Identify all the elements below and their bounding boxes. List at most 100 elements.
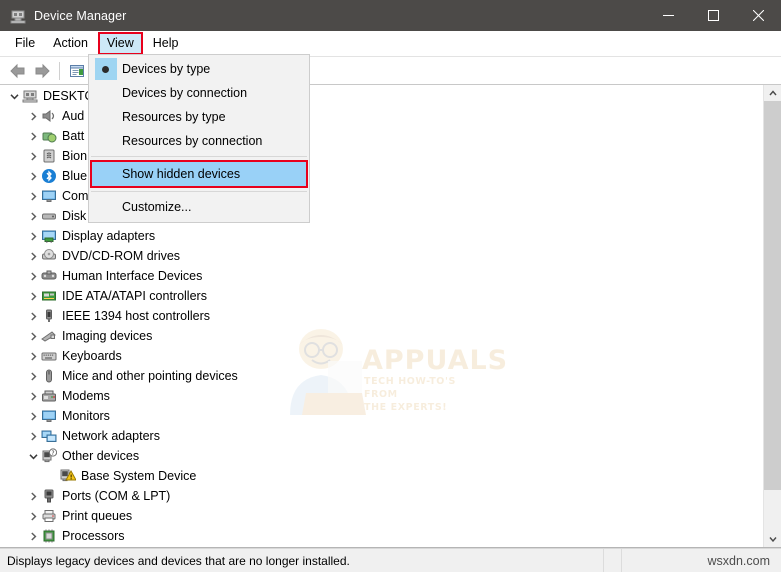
tree-expand-toggle[interactable] — [25, 528, 41, 544]
back-button[interactable] — [6, 60, 30, 82]
properties-button[interactable] — [65, 60, 89, 82]
tree-node-label: Imaging devices — [62, 329, 153, 343]
view-menu-item-label: Resources by type — [122, 110, 226, 124]
tree-row[interactable]: Human Interface Devices — [0, 266, 780, 286]
tree-expand-toggle[interactable] — [25, 508, 41, 524]
tree-expand-toggle[interactable] — [25, 408, 41, 424]
printer-icon — [41, 508, 57, 524]
warning-device-icon — [60, 469, 77, 482]
status-bar: Displays legacy devices and devices that… — [0, 548, 781, 572]
display-adapter-icon — [41, 228, 57, 244]
close-button[interactable] — [736, 0, 781, 31]
chevron-right-icon — [30, 191, 36, 201]
view-menu-item[interactable]: Show hidden devices — [90, 160, 308, 188]
monitor-icon — [42, 410, 56, 422]
tree-node-label: Other devices — [62, 449, 140, 463]
tree-row[interactable]: Base System Device — [0, 466, 780, 486]
view-menu-item-label: Devices by connection — [122, 86, 248, 100]
tree-expand-toggle[interactable] — [25, 208, 41, 224]
menu-help[interactable]: Help — [144, 32, 188, 55]
tree-row[interactable]: Keyboards — [0, 346, 780, 366]
tree-expand-toggle[interactable] — [25, 308, 41, 324]
chevron-right-icon — [30, 231, 36, 241]
view-menu-item[interactable]: Devices by type — [89, 57, 309, 81]
forward-button[interactable] — [30, 60, 54, 82]
tree-expand-toggle[interactable] — [25, 328, 41, 344]
tree-expand-toggle[interactable] — [25, 348, 41, 364]
tree-row[interactable]: Modems — [0, 386, 780, 406]
tree-expand-toggle[interactable] — [25, 228, 41, 244]
tree-expand-toggle[interactable] — [25, 248, 41, 264]
tree-row[interactable]: Processors — [0, 526, 780, 546]
firewire-icon — [46, 309, 52, 322]
view-menu-item[interactable]: Devices by connection — [89, 81, 309, 105]
tree-expand-toggle[interactable] — [25, 288, 41, 304]
tree-row[interactable]: Display adapters — [0, 226, 780, 246]
menu-file[interactable]: File — [6, 32, 44, 55]
tree-row[interactable]: DVD/CD-ROM drives — [0, 246, 780, 266]
tree-expand-toggle[interactable] — [25, 108, 41, 124]
window-title: Device Manager — [34, 8, 127, 23]
tree-node-label: Mice and other pointing devices — [62, 369, 238, 383]
tree-expand-toggle[interactable] — [25, 188, 41, 204]
vertical-scrollbar[interactable] — [763, 84, 781, 547]
chevron-right-icon — [30, 211, 36, 221]
tree-row[interactable]: IDE ATA/ATAPI controllers — [0, 286, 780, 306]
tree-row[interactable]: IEEE 1394 host controllers — [0, 306, 780, 326]
chevron-up-icon — [768, 89, 777, 95]
scrollbar-thumb[interactable] — [764, 101, 781, 490]
tree-row[interactable]: Ports (COM & LPT) — [0, 486, 780, 506]
view-dropdown-menu[interactable]: Devices by type Devices by connection Reso… — [88, 54, 310, 223]
disk-icon — [42, 213, 56, 220]
scrollbar-track[interactable] — [764, 101, 781, 530]
tree-row[interactable]: ? Other devices — [0, 446, 780, 466]
tree-collapse-toggle[interactable] — [6, 88, 22, 104]
tree-row[interactable]: Mice and other pointing devices — [0, 366, 780, 386]
unknown-device-icon: ? — [41, 448, 58, 464]
view-menu-item[interactable]: Resources by connection — [89, 129, 309, 153]
tree-expand-toggle[interactable] — [25, 148, 41, 164]
bluetooth-icon — [42, 169, 56, 183]
unknown-device-icon: ? — [42, 448, 58, 463]
port-icon — [44, 489, 54, 503]
view-menu-item-label: Resources by connection — [122, 134, 263, 148]
scroll-up-button[interactable] — [764, 84, 781, 101]
network-icon — [41, 428, 57, 444]
modem-icon — [42, 390, 56, 402]
tree-expand-toggle[interactable] — [25, 168, 41, 184]
tree-expand-toggle[interactable] — [25, 268, 41, 284]
tree-node-label: Display adapters — [62, 229, 156, 243]
menu-action[interactable]: Action — [44, 32, 97, 55]
maximize-button[interactable] — [691, 0, 736, 31]
menu-gutter — [89, 81, 122, 105]
chevron-right-icon — [30, 391, 36, 401]
computer-icon — [22, 88, 38, 104]
chevron-right-icon — [30, 151, 36, 161]
tree-expand-toggle[interactable] — [25, 128, 41, 144]
menu-view[interactable]: View — [97, 32, 143, 55]
tree-node-label: Disk — [62, 209, 87, 223]
view-menu-item[interactable]: Customize... — [89, 195, 309, 219]
tree-collapse-toggle[interactable] — [25, 448, 41, 464]
chevron-right-icon — [30, 511, 36, 521]
tree-node-label: Human Interface Devices — [62, 269, 203, 283]
chevron-right-icon — [30, 331, 36, 341]
tree-expand-toggle[interactable] — [25, 428, 41, 444]
minimize-button[interactable] — [646, 0, 691, 31]
tree-expand-toggle[interactable] — [25, 388, 41, 404]
tree-expand-toggle[interactable] — [25, 368, 41, 384]
audio-icon — [42, 110, 55, 122]
tree-expand-toggle[interactable] — [25, 488, 41, 504]
tree-row[interactable]: Monitors — [0, 406, 780, 426]
chevron-right-icon — [30, 431, 36, 441]
tree-row[interactable]: Print queues — [0, 506, 780, 526]
left-arrow-icon — [10, 63, 25, 78]
view-menu-item[interactable]: Resources by type — [89, 105, 309, 129]
computer-icon — [22, 90, 38, 103]
properties-icon — [70, 64, 84, 77]
chevron-right-icon — [30, 351, 36, 361]
tree-row[interactable]: Network adapters — [0, 426, 780, 446]
tree-row[interactable]: Imaging devices — [0, 326, 780, 346]
firewire-icon — [41, 308, 57, 324]
scroll-down-button[interactable] — [764, 530, 781, 547]
